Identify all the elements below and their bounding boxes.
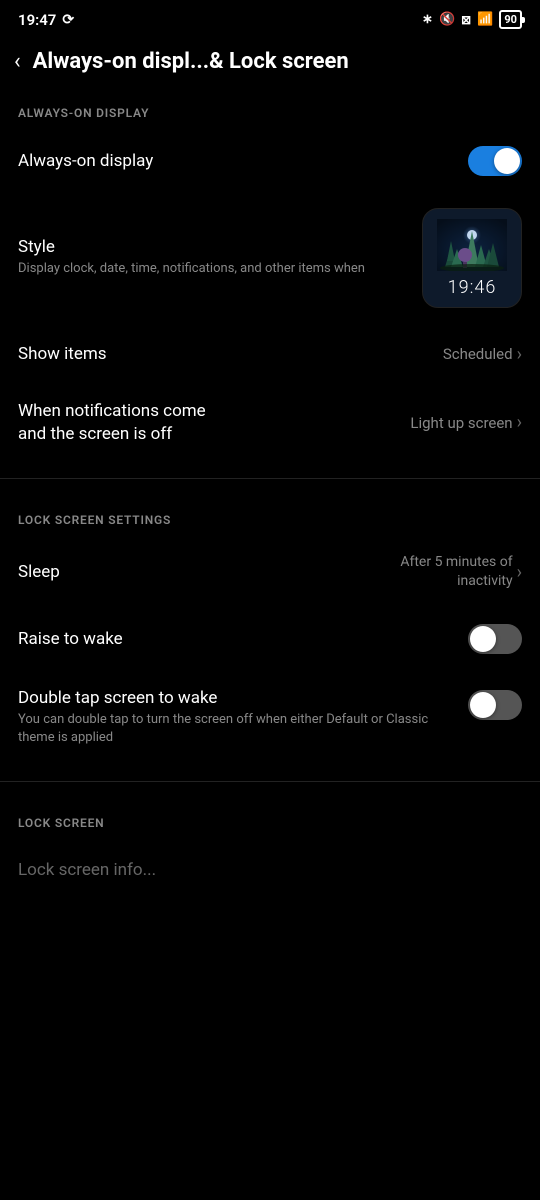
double-tap-wake-subtitle: You can double tap to turn the screen of… bbox=[18, 711, 458, 747]
always-on-display-section: ALWAYS-ON DISPLAY Always-on display Styl… bbox=[0, 88, 540, 462]
status-bar: 19:47 ⟳ ∗ 🔇 ⊠ 📶 90 bbox=[0, 0, 540, 35]
sleep-value: After 5 minutes ofinactivity bbox=[400, 553, 512, 592]
status-right: ∗ 🔇 ⊠ 📶 90 bbox=[422, 10, 522, 29]
lock-screen-settings-section: LOCK SCREEN SETTINGS Sleep After 5 minut… bbox=[0, 495, 540, 766]
always-on-display-title: Always-on display bbox=[18, 151, 458, 171]
show-items-chevron: › bbox=[517, 344, 522, 365]
show-items-row[interactable]: Show items Scheduled › bbox=[0, 324, 540, 384]
lock-screen-settings-section-label: LOCK SCREEN SETTINGS bbox=[0, 495, 540, 537]
style-title: Style bbox=[18, 237, 406, 257]
bluetooth-icon: ∗ bbox=[422, 12, 433, 27]
double-tap-wake-toggle[interactable] bbox=[468, 690, 522, 720]
back-button[interactable]: ‹ bbox=[14, 49, 21, 74]
lock-screen-section: LOCK SCREEN Lock screen info... bbox=[0, 798, 540, 900]
section-divider-2 bbox=[0, 781, 540, 782]
status-left: 19:47 ⟳ bbox=[18, 11, 74, 29]
lock-screen-info-title: Lock screen info... bbox=[18, 860, 512, 880]
always-on-display-row[interactable]: Always-on display bbox=[0, 130, 540, 192]
section-divider-1 bbox=[0, 478, 540, 479]
status-time: 19:47 bbox=[18, 11, 56, 29]
battery-x-icon: ⊠ bbox=[461, 13, 471, 27]
page-header: ‹ Always-on displ...& Lock screen bbox=[0, 35, 540, 88]
raise-to-wake-row[interactable]: Raise to wake bbox=[0, 608, 540, 670]
battery-icon: 90 bbox=[499, 10, 522, 29]
forest-preview-svg bbox=[437, 219, 507, 271]
messenger-icon: ⟳ bbox=[62, 12, 74, 28]
notifications-value: Light up screen bbox=[410, 414, 512, 432]
sleep-chevron: › bbox=[517, 562, 522, 583]
sleep-row[interactable]: Sleep After 5 minutes ofinactivity › bbox=[0, 537, 540, 608]
show-items-value: Scheduled bbox=[443, 345, 513, 363]
double-tap-wake-row[interactable]: Double tap screen to wake You can double… bbox=[0, 670, 540, 765]
raise-to-wake-toggle[interactable] bbox=[468, 624, 522, 654]
style-row[interactable]: Style Display clock, date, time, notific… bbox=[0, 192, 540, 324]
raise-to-wake-title: Raise to wake bbox=[18, 629, 458, 649]
style-subtitle: Display clock, date, time, notifications… bbox=[18, 260, 406, 278]
always-on-display-toggle[interactable] bbox=[468, 146, 522, 176]
style-preview-time: 19:46 bbox=[448, 277, 497, 298]
style-preview: 19:46 bbox=[422, 208, 522, 308]
double-tap-wake-title: Double tap screen to wake bbox=[18, 688, 458, 708]
wifi-icon: 📶 bbox=[477, 12, 493, 27]
notifications-screen-off-title: When notifications comeand the screen is… bbox=[18, 400, 400, 446]
mute-icon: 🔇 bbox=[439, 12, 455, 27]
lock-screen-section-label: LOCK SCREEN bbox=[0, 798, 540, 840]
always-on-display-section-label: ALWAYS-ON DISPLAY bbox=[0, 88, 540, 130]
page-title: Always-on displ...& Lock screen bbox=[33, 49, 349, 74]
notifications-chevron: › bbox=[517, 412, 522, 433]
notifications-screen-off-row[interactable]: When notifications comeand the screen is… bbox=[0, 384, 540, 462]
lock-screen-info-row[interactable]: Lock screen info... bbox=[0, 840, 540, 900]
sleep-title: Sleep bbox=[18, 562, 390, 582]
show-items-title: Show items bbox=[18, 344, 433, 364]
